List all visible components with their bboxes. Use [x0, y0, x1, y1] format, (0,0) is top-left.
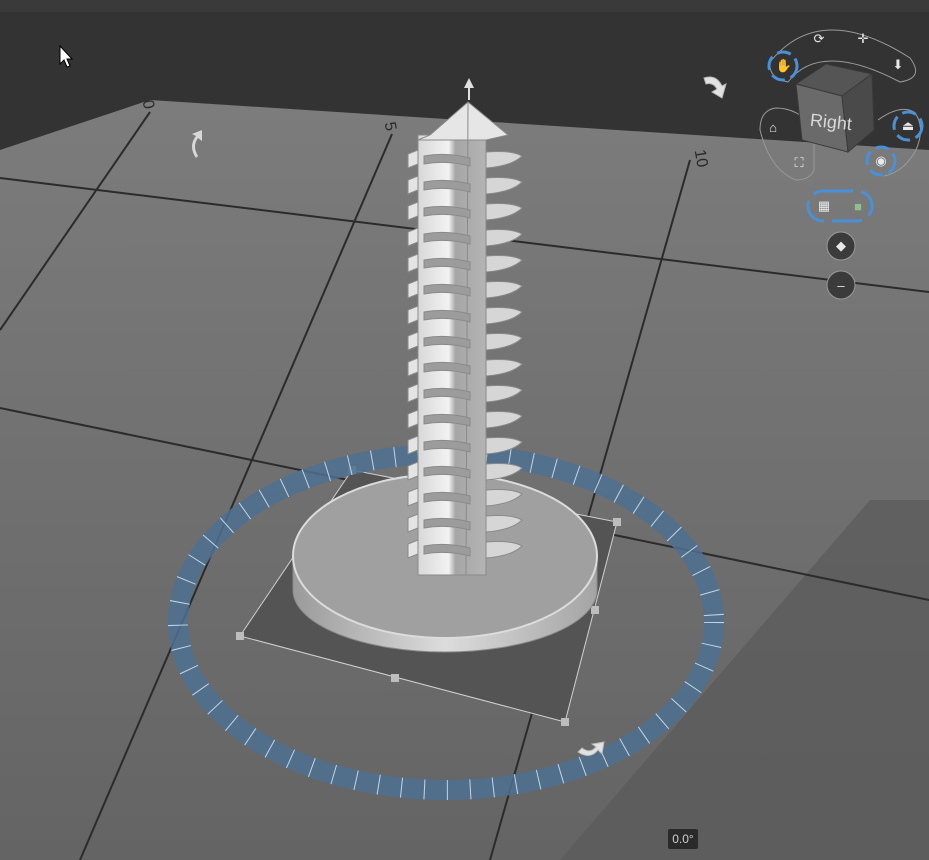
fit-view-icon[interactable]: ⛶: [788, 152, 810, 174]
shading-icon[interactable]: ◆: [830, 235, 852, 257]
ortho-icon[interactable]: ◉: [870, 150, 892, 172]
rotation-readout: 0.0°: [668, 829, 698, 849]
selection-handle[interactable]: [613, 518, 621, 526]
perspective-icon[interactable]: ⏏: [897, 115, 919, 137]
selection-handle[interactable]: [591, 606, 599, 614]
solid-view-icon[interactable]: ■: [847, 195, 869, 217]
move-up-arrow[interactable]: [464, 78, 474, 88]
selection-handle[interactable]: [561, 718, 569, 726]
grid-toggle-icon[interactable]: ▦: [813, 195, 835, 217]
move-icon[interactable]: ✛: [852, 28, 874, 50]
grid-label-10: 10: [691, 148, 711, 169]
selection-handle[interactable]: [236, 632, 244, 640]
rotate-arrow-icon[interactable]: [703, 76, 727, 99]
scene-canvas[interactable]: 0 5 10: [0, 0, 929, 860]
home-icon[interactable]: ⌂: [762, 116, 784, 138]
mouse-cursor-icon: [59, 44, 74, 68]
view-cube-face-label[interactable]: Right: [805, 107, 857, 136]
down-arrow-icon[interactable]: ⬇: [887, 54, 909, 76]
minus-icon[interactable]: –: [830, 274, 852, 296]
orbit-icon[interactable]: ⟳: [808, 28, 830, 50]
selection-handle[interactable]: [391, 674, 399, 682]
pan-hand-icon[interactable]: ✋: [773, 55, 795, 77]
3d-viewport[interactable]: 0 5 10 ✋ ⟳ ✛ ⬇ ⌂ ⛶ ⏏ ◉ ▦ ■ ◆ – Right 0.0…: [0, 0, 929, 860]
